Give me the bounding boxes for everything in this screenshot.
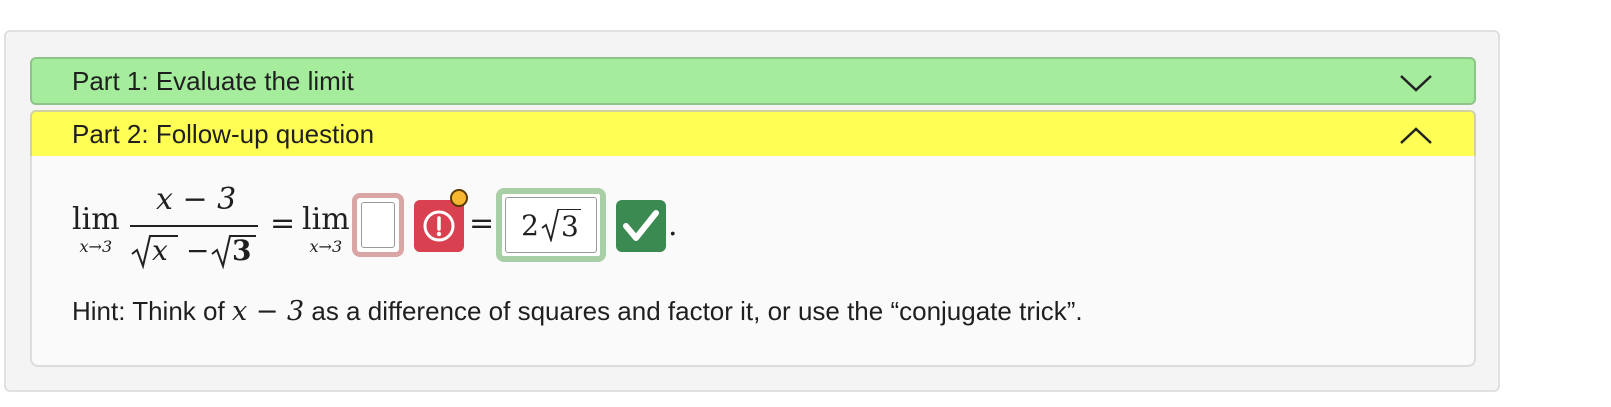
equals-sign-2: = [469, 206, 495, 241]
answer-input-blank-field[interactable] [361, 202, 395, 248]
error-feedback-button[interactable] [414, 200, 464, 252]
hint-math: x − 3 [231, 296, 305, 327]
den-minus: − [186, 234, 210, 267]
hint-prefix: Hint: Think of [72, 296, 232, 326]
notification-dot[interactable] [450, 189, 468, 207]
part-2-header[interactable]: Part 2: Follow-up question [30, 110, 1476, 158]
lim-subscript: x→3 [79, 237, 113, 256]
part-2-title: Part 2: Follow-up question [72, 118, 375, 149]
part-1-header[interactable]: Part 1: Evaluate the limit [30, 57, 1476, 105]
exclamation-circle-icon [423, 210, 455, 242]
answer-input-blank[interactable] [352, 193, 404, 257]
den-x: x [152, 234, 168, 267]
part-2-content: lim x→3 x − 3 x − 3 = lim x→3 = 2 3 . Hi… [30, 156, 1476, 367]
den-three: 3 [232, 234, 252, 267]
lim-word: lim [72, 202, 120, 237]
part-1-title: Part 1: Evaluate the limit [72, 65, 354, 96]
fraction-denominator: x − 3 [130, 230, 260, 270]
chevron-up-icon[interactable] [1398, 120, 1434, 150]
lim-subscript-2: x→3 [309, 237, 343, 256]
answer-input-filled-field[interactable]: 2 3 [505, 197, 597, 253]
sqrt-icon [541, 209, 559, 242]
limit-operator: lim x→3 [72, 204, 120, 256]
equals-sign: = [270, 206, 296, 241]
period: . [668, 208, 678, 243]
hint-text: Hint: Think of x − 3 as a difference of … [72, 296, 1083, 327]
fraction-numerator: x − 3 [156, 182, 237, 217]
answer-radicand: 3 [559, 209, 581, 243]
hint-suffix: as a difference of squares and factor it… [304, 296, 1083, 326]
answer-coefficient: 2 [521, 208, 539, 242]
checkmark-icon [623, 210, 659, 241]
correct-feedback-button[interactable] [616, 200, 666, 252]
answer-input-filled[interactable]: 2 3 [496, 188, 606, 262]
fraction-bar [130, 225, 258, 227]
lim-word-2: lim [302, 202, 350, 237]
limit-operator-2: lim x→3 [302, 204, 350, 256]
chevron-down-icon[interactable] [1398, 67, 1434, 97]
